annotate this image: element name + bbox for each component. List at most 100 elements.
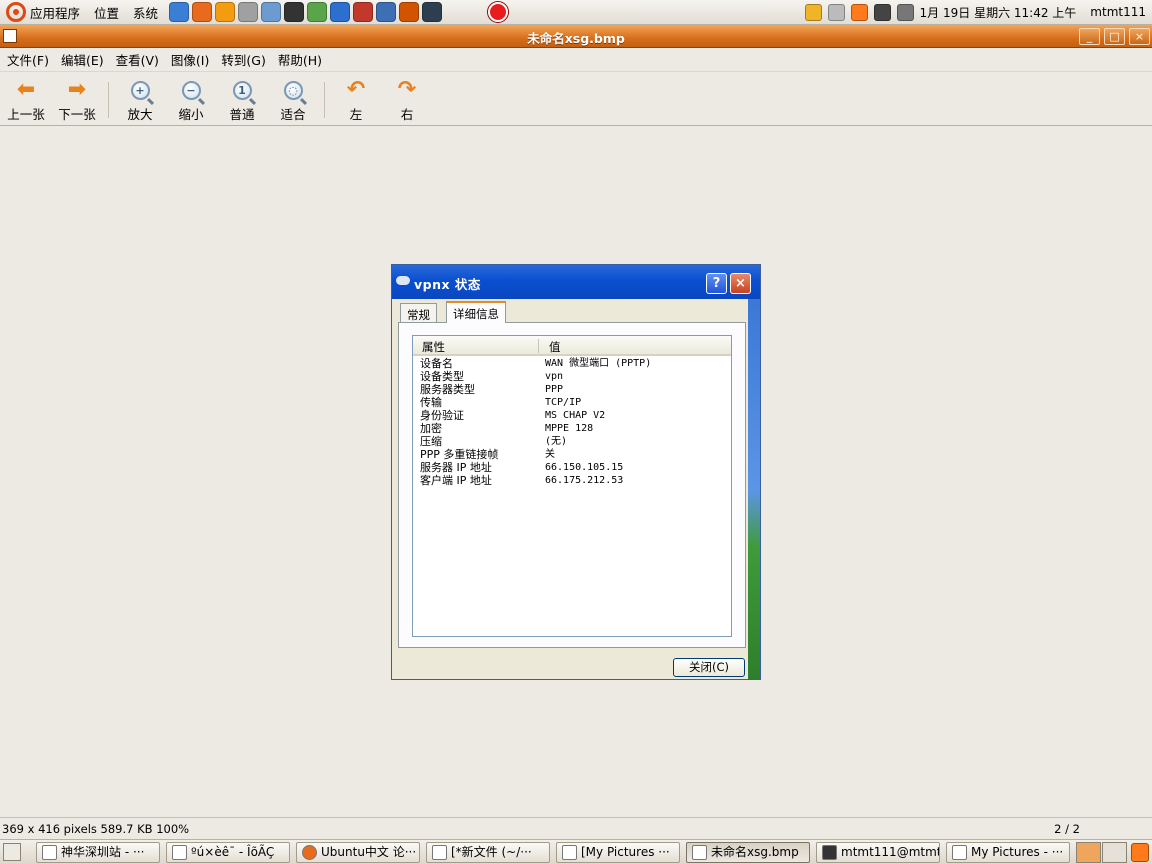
panel-menu-system[interactable]: 系统: [126, 3, 165, 22]
zoom-normal-button[interactable]: 1 普通: [216, 78, 268, 123]
property-name: 客户端 IP 地址: [420, 474, 492, 487]
zoom-out-button[interactable]: − 缩小: [165, 78, 217, 123]
task-button[interactable]: 神华深圳站 - ···: [36, 842, 160, 863]
toolbar-separator: [108, 82, 109, 118]
rotate-left-button[interactable]: ↶ 左: [330, 78, 382, 123]
rotate-right-button[interactable]: ↷ 右: [381, 78, 433, 123]
tray-volume-icon[interactable]: [896, 3, 914, 21]
close-window-button[interactable]: ×: [1129, 28, 1150, 45]
task-label: 神华深圳站 - ···: [61, 845, 145, 859]
task-button[interactable]: Ubuntu中文 论···: [296, 842, 420, 863]
list-item: 身份验证 MS CHAP V2: [420, 409, 730, 422]
task-button[interactable]: ºú×èê¯ - ÎõÃÇ: [166, 842, 290, 863]
menu-view[interactable]: 查看(V): [110, 50, 165, 69]
prev-image-label: 上一张: [7, 107, 45, 122]
zoom-out-label: 缩小: [178, 107, 204, 122]
trash-icon[interactable]: [1131, 843, 1149, 862]
column-header-value: 值: [549, 340, 561, 354]
rotate-right-icon: ↷: [397, 77, 417, 102]
list-item: 服务器类型 PPP: [420, 383, 730, 396]
property-value: TCP/IP: [545, 397, 582, 408]
system-monitor-icon[interactable]: [307, 2, 328, 22]
menu-file[interactable]: 文件(F): [0, 50, 55, 69]
task-button[interactable]: My Pictures - ···: [946, 842, 1070, 863]
arrow-right-icon: ➡: [67, 77, 87, 102]
menu-image[interactable]: 图像(I): [165, 50, 215, 69]
disk-icon[interactable]: [238, 2, 259, 22]
property-name: 设备名: [420, 357, 453, 370]
image-info: 369 x 416 pixels 589.7 KB 100%: [2, 822, 190, 836]
list-item: 传输 TCP/IP: [420, 396, 730, 409]
menu-go[interactable]: 转到(G): [215, 50, 271, 69]
zoom-normal-label: 普通: [229, 107, 255, 122]
list-item: 客户端 IP 地址 66.175.212.53: [420, 474, 730, 487]
terminal-icon[interactable]: [422, 2, 443, 22]
image-count: 2 / 2: [1054, 822, 1080, 836]
qq-penguin-icon[interactable]: [284, 2, 305, 22]
details-list: 属性 值 设备名 WAN 微型端口 (PPTP) 设备类型 vpn 服务器类型 PPP…: [412, 335, 732, 637]
zoom-in-button[interactable]: + 放大: [114, 78, 166, 123]
panel-clock[interactable]: 1月 19日 星期六 11:42 上午: [920, 4, 1077, 21]
zoom-normal-icon: 1: [232, 80, 252, 100]
tray-disk-icon[interactable]: [827, 3, 845, 21]
app-grid-icon[interactable]: [353, 2, 374, 22]
panel-username[interactable]: mtmt111: [1082, 5, 1146, 19]
task-label: My Pictures - ···: [971, 845, 1064, 859]
zoom-out-icon: −: [181, 80, 201, 100]
task-button[interactable]: mtmt111@mtmt-···: [816, 842, 940, 863]
taskbar: 神华深圳站 - ··· ºú×èê¯ - ÎõÃÇ Ubuntu中文 论··· …: [0, 839, 1152, 864]
tray-network-icon[interactable]: [873, 3, 891, 21]
property-name: 传输: [420, 396, 442, 409]
next-image-button[interactable]: ➡ 下一张: [51, 78, 103, 123]
task-button[interactable]: [My Pictures ···: [556, 842, 680, 863]
firefox-icon: [302, 845, 317, 860]
dialog-close-x-button: ×: [730, 273, 751, 294]
task-button-active[interactable]: 未命名xsg.bmp: [686, 842, 810, 863]
tray-notify-icon[interactable]: [850, 3, 868, 21]
column-header-property: 属性: [422, 340, 445, 354]
vlc-icon[interactable]: [215, 2, 236, 22]
list-item: 加密 MPPE 128: [420, 422, 730, 435]
panel-menu-applications[interactable]: 应用程序: [26, 3, 87, 22]
network-icon[interactable]: [261, 2, 282, 22]
minimize-button[interactable]: _: [1079, 28, 1100, 45]
workspace-1[interactable]: [1076, 842, 1101, 863]
list-item: 服务器 IP 地址 66.150.105.15: [420, 461, 730, 474]
list-item: PPP 多重链接帧 关: [420, 448, 730, 461]
folder-icon: [952, 845, 967, 860]
prev-image-button[interactable]: ⬅ 上一张: [0, 78, 52, 123]
task-button[interactable]: [*新文件 (~/···: [426, 842, 550, 863]
menu-help[interactable]: 帮助(H): [272, 50, 328, 69]
property-name: 设备类型: [420, 370, 464, 383]
maximize-button[interactable]: □: [1104, 28, 1125, 45]
toolbar: ⬅ 上一张 ➡ 下一张 + 放大 − 缩小 1 普通 ◌ 适合 ↶ 左 ↷ 右: [0, 72, 1152, 126]
image-viewer-icon: [692, 845, 707, 860]
firefox-icon[interactable]: [192, 2, 213, 22]
list-item: 设备名 WAN 微型端口 (PPTP): [420, 357, 730, 370]
status-bar: 369 x 416 pixels 589.7 KB 100% 2 / 2: [0, 817, 1152, 839]
image-viewer-icon[interactable]: [399, 2, 420, 22]
launcher-icon[interactable]: [169, 2, 190, 22]
property-name: 服务器类型: [420, 383, 475, 396]
next-image-label: 下一张: [58, 107, 96, 122]
tab-general: 常规: [400, 303, 437, 322]
property-value: vpn: [545, 371, 564, 382]
update-icon[interactable]: [330, 2, 351, 22]
zoom-in-icon: +: [130, 80, 150, 100]
tray-key-icon[interactable]: [804, 3, 822, 21]
power-icon[interactable]: [488, 2, 509, 22]
menu-edit[interactable]: 编辑(E): [55, 50, 110, 69]
workspace-2[interactable]: [1102, 842, 1127, 863]
property-value: WAN 微型端口 (PPTP): [545, 358, 652, 369]
zoom-in-label: 放大: [127, 107, 153, 122]
list-item: 压缩 (无): [420, 435, 730, 448]
zoom-fit-button[interactable]: ◌ 适合: [267, 78, 319, 123]
show-desktop-icon[interactable]: [3, 843, 21, 861]
window-title-bar[interactable]: 未命名xsg.bmp _ □ ×: [0, 25, 1152, 48]
window-title: 未命名xsg.bmp: [527, 31, 625, 46]
ubuntu-logo-icon[interactable]: [6, 2, 26, 22]
property-value: 66.175.212.53: [545, 475, 624, 486]
chart-app-icon[interactable]: [376, 2, 397, 22]
panel-menu-places[interactable]: 位置: [87, 3, 126, 22]
zoom-fit-icon: ◌: [283, 80, 303, 100]
